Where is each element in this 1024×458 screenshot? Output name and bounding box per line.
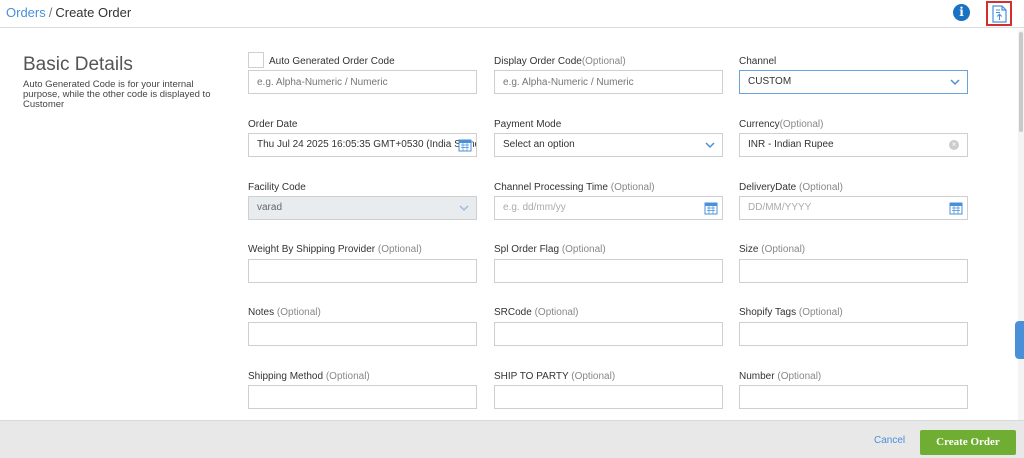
spl-order-flag-input[interactable] — [494, 259, 723, 283]
top-bar: Orders / Create Order i — [0, 0, 1024, 28]
payment-mode-label: Payment Mode — [494, 119, 562, 130]
channel-processing-time-input[interactable]: e.g. dd/mm/yy — [494, 196, 723, 220]
currency-value: INR - Indian Rupee — [748, 139, 834, 150]
breadcrumb-current: Create Order — [55, 5, 132, 20]
auto-code-label: Auto Generated Order Code — [269, 56, 395, 67]
srcode-input[interactable] — [494, 322, 723, 346]
calendar-icon[interactable] — [704, 201, 718, 215]
order-date-label: Order Date — [248, 119, 298, 130]
chevron-down-icon — [705, 142, 715, 149]
shipping-method-label: Shipping Method (Optional) — [248, 371, 370, 382]
create-order-button[interactable]: Create Order — [920, 430, 1016, 455]
facility-code-label: Facility Code — [248, 182, 306, 193]
shopify-tags-input[interactable] — [739, 322, 968, 346]
srcode-label: SRCode (Optional) — [494, 307, 579, 318]
side-panel-tab[interactable] — [1015, 321, 1024, 359]
weight-label: Weight By Shipping Provider (Optional) — [248, 244, 422, 255]
channel-label: Channel — [739, 56, 777, 67]
currency-label: Currency(Optional) — [739, 119, 824, 130]
order-date-value: Thu Jul 24 2025 16:05:35 GMT+0530 (India… — [257, 139, 477, 150]
delivery-date-label: DeliveryDate (Optional) — [739, 182, 843, 193]
facility-code-select[interactable]: varad — [248, 196, 477, 220]
payment-mode-value: Select an option — [503, 139, 575, 150]
breadcrumb-orders-link[interactable]: Orders — [6, 5, 46, 20]
upload-document-icon — [992, 5, 1007, 23]
facility-code-value: varad — [257, 202, 283, 213]
info-icon[interactable]: i — [953, 4, 970, 21]
breadcrumb: Orders / Create Order — [6, 5, 131, 20]
currency-select[interactable]: INR - Indian Rupee × — [739, 133, 968, 157]
chevron-down-icon — [459, 205, 469, 212]
scrollbar-thumb[interactable] — [1019, 32, 1023, 132]
size-label: Size (Optional) — [739, 244, 806, 255]
channel-processing-time-placeholder: e.g. dd/mm/yy — [503, 202, 566, 213]
display-code-label: Display Order Code(Optional) — [494, 56, 626, 67]
number-label: Number (Optional) — [739, 371, 822, 382]
footer-bar — [0, 420, 1024, 458]
chevron-down-icon — [950, 79, 960, 86]
auto-code-input[interactable] — [248, 70, 477, 94]
channel-value: CUSTOM — [748, 76, 792, 87]
clear-icon[interactable]: × — [949, 140, 959, 150]
calendar-icon[interactable] — [458, 138, 472, 152]
order-date-input[interactable]: Thu Jul 24 2025 16:05:35 GMT+0530 (India… — [248, 133, 477, 157]
ship-to-party-input[interactable] — [494, 385, 723, 409]
number-input[interactable] — [739, 385, 968, 409]
size-input[interactable] — [739, 259, 968, 283]
breadcrumb-separator: / — [48, 5, 53, 20]
channel-processing-time-label: Channel Processing Time (Optional) — [494, 182, 655, 193]
ship-to-party-label: SHIP TO PARTY (Optional) — [494, 371, 616, 382]
delivery-date-placeholder: DD/MM/YYYY — [748, 202, 812, 213]
channel-select[interactable]: CUSTOM — [739, 70, 968, 94]
shopify-tags-label: Shopify Tags (Optional) — [739, 307, 843, 318]
shipping-method-input[interactable] — [248, 385, 477, 409]
section-description: Auto Generated Code is for your internal… — [23, 79, 211, 110]
display-code-input[interactable] — [494, 70, 723, 94]
cancel-button[interactable]: Cancel — [874, 435, 905, 446]
section-title: Basic Details — [23, 54, 133, 75]
upload-document-button[interactable] — [986, 1, 1012, 26]
auto-generated-code-checkbox[interactable] — [248, 52, 264, 68]
spl-order-flag-label: Spl Order Flag (Optional) — [494, 244, 606, 255]
delivery-date-input[interactable]: DD/MM/YYYY — [739, 196, 968, 220]
weight-input[interactable] — [248, 259, 477, 283]
calendar-icon[interactable] — [949, 201, 963, 215]
notes-input[interactable] — [248, 322, 477, 346]
payment-mode-select[interactable]: Select an option — [494, 133, 723, 157]
notes-label: Notes (Optional) — [248, 307, 321, 318]
